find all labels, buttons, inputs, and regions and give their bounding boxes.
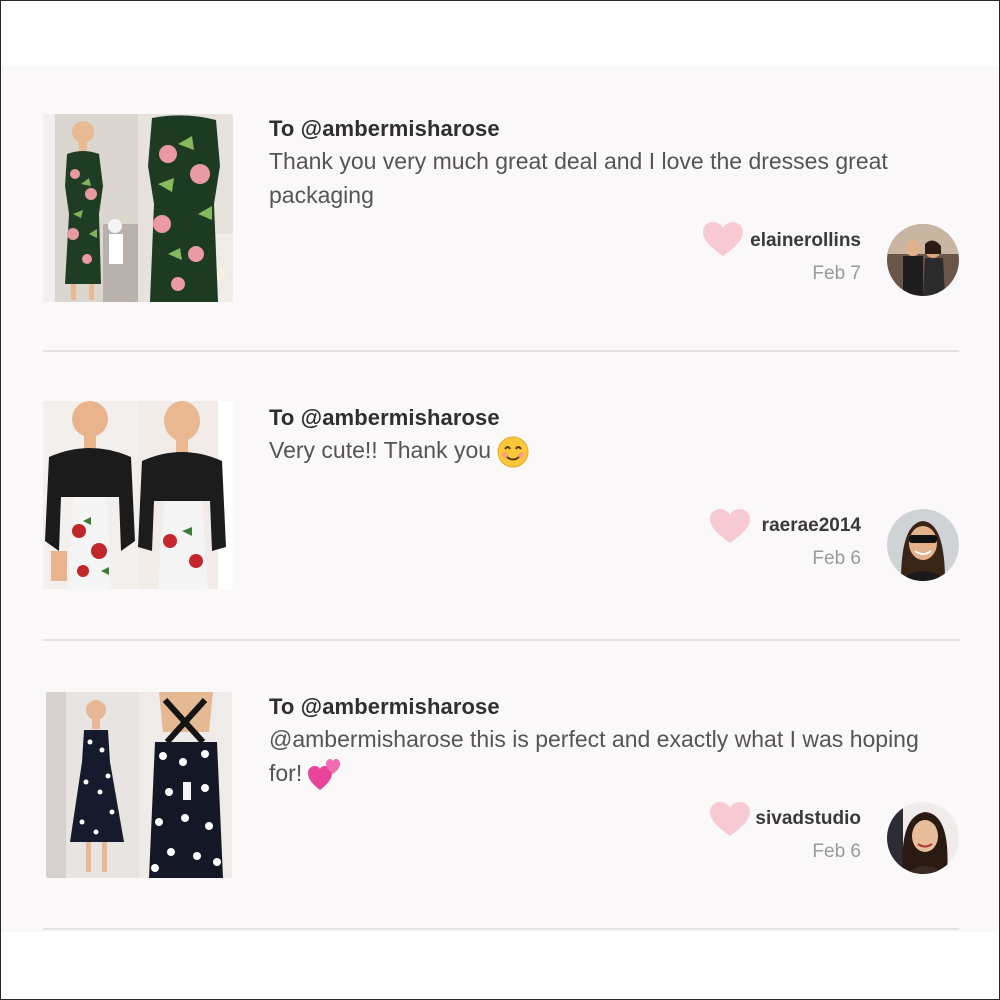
listing-photo-left — [43, 114, 138, 302]
divider — [43, 928, 959, 930]
review-message-text: Very cute!! Thank you — [269, 437, 492, 463]
heart-icon[interactable] — [703, 222, 743, 258]
heart-icon[interactable] — [710, 802, 750, 838]
listing-photo[interactable] — [43, 114, 233, 302]
listing-photo[interactable] — [46, 692, 232, 878]
review-date: Feb 6 — [812, 841, 861, 862]
review-recipient: To @ambermisharose — [269, 694, 500, 719]
review-date: Feb 7 — [812, 263, 861, 284]
review-card: To @ambermisharose @ambermisharose this … — [1, 644, 998, 932]
review-message-text: Thank you very much great deal and I lov… — [269, 148, 888, 208]
smiling-face-emoji-icon — [497, 436, 529, 468]
review-recipient: To @ambermisharose — [269, 405, 500, 430]
divider — [43, 639, 959, 641]
listing-photo-right — [138, 114, 233, 302]
review-card: To @ambermisharose Thank you very much g… — [1, 66, 998, 354]
heart-icon[interactable] — [710, 509, 750, 545]
reviews-panel: To @ambermisharose Thank you very much g… — [1, 66, 998, 932]
reviewer-username[interactable]: sivadstudio — [755, 808, 861, 830]
reviewer-avatar[interactable] — [887, 509, 959, 581]
review-message-text: @ambermisharose this is perfect and exac… — [269, 726, 919, 786]
two-hearts-emoji-icon — [308, 758, 341, 790]
review-date: Feb 6 — [812, 548, 861, 569]
listing-photo[interactable] — [43, 401, 233, 589]
listing-photo-right — [139, 692, 232, 878]
reviewer-username[interactable]: raerae2014 — [762, 515, 861, 537]
review-message: @ambermisharose this is perfect and exac… — [269, 722, 929, 792]
listing-photo-left — [46, 692, 139, 878]
review-message: Very cute!! Thank you — [269, 433, 929, 468]
divider — [43, 350, 959, 352]
reviewer-avatar[interactable] — [887, 224, 959, 296]
listing-photo-left — [43, 401, 138, 589]
review-message: Thank you very much great deal and I lov… — [269, 144, 929, 212]
listing-photo-right — [138, 401, 233, 589]
reviewer-avatar[interactable] — [887, 802, 959, 874]
reviewer-username[interactable]: elainerollins — [750, 230, 861, 252]
review-recipient: To @ambermisharose — [269, 116, 500, 141]
review-card: To @ambermisharose Very cute!! Thank you… — [1, 355, 998, 643]
